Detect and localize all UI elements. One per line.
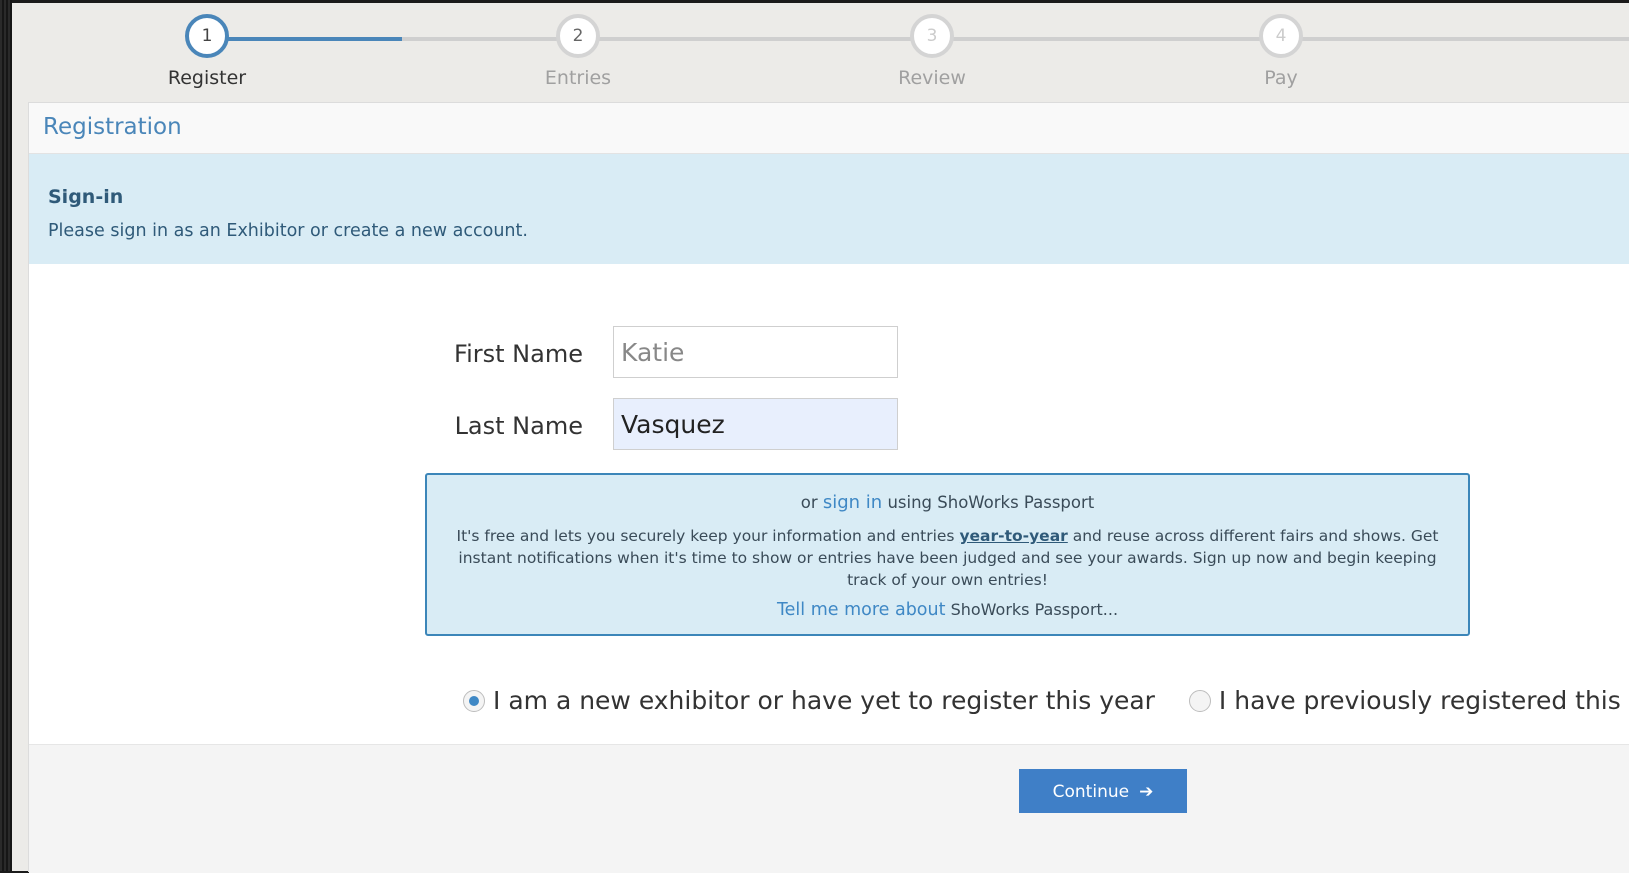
panel-title: Registration	[29, 103, 1629, 154]
first-name-label: First Name	[454, 340, 583, 368]
new-exhibitor-radio[interactable]	[463, 690, 485, 712]
step-entries: 2 Entries	[518, 14, 638, 89]
passport-signin-line: or sign in using ShoWorks Passport	[427, 492, 1468, 513]
previously-registered-label[interactable]: I have previously registered this year	[1219, 686, 1629, 715]
continue-button[interactable]: Continue ➔	[1019, 769, 1187, 813]
step-number: 3	[910, 14, 954, 58]
step-pay: 4 Pay	[1221, 14, 1341, 89]
new-exhibitor-option[interactable]: I am a new exhibitor or have yet to regi…	[463, 686, 1155, 715]
arrow-right-icon: ➔	[1139, 782, 1154, 802]
registration-type-options: I am a new exhibitor or have yet to regi…	[463, 686, 1629, 715]
signin-info-bar: Sign-in Please sign in as an Exhibitor o…	[29, 154, 1629, 264]
using-passport-text: using ShoWorks Passport	[887, 493, 1095, 512]
tell-more-line: Tell me more about ShoWorks Passport...	[427, 600, 1468, 620]
form-footer: Continue ➔	[29, 744, 1629, 873]
step-number: 4	[1259, 14, 1303, 58]
first-name-input[interactable]	[613, 326, 898, 378]
step-label: Pay	[1264, 67, 1298, 89]
step-register: 1 Register	[147, 14, 267, 89]
passport-info-box: or sign in using ShoWorks Passport It's …	[425, 473, 1470, 636]
last-name-input[interactable]	[613, 398, 898, 450]
progress-steps: 1 Register 2 Entries 3 Review 4 Pay	[12, 3, 1629, 105]
last-name-label: Last Name	[454, 412, 583, 440]
tell-more-suffix: ShoWorks Passport...	[950, 600, 1119, 619]
signin-text: Please sign in as an Exhibitor or create…	[48, 221, 528, 241]
sign-in-link[interactable]: sign in	[823, 492, 882, 513]
passport-description: It's free and lets you securely keep you…	[445, 525, 1450, 591]
step-label: Review	[898, 67, 966, 89]
page: 1 Register 2 Entries 3 Review 4 Pay Regi…	[12, 3, 1629, 873]
step-label: Register	[167, 67, 247, 89]
continue-label: Continue	[1052, 782, 1130, 802]
signin-title: Sign-in	[48, 186, 124, 208]
registration-panel: Registration Sign-in Please sign in as a…	[28, 102, 1629, 873]
step-review: 3 Review	[872, 14, 992, 89]
step-label: Entries	[544, 67, 612, 89]
tell-me-more-link[interactable]: Tell me more about	[777, 600, 946, 620]
desc-text: It's free and lets you securely keep you…	[456, 527, 960, 545]
window-edge	[0, 0, 12, 871]
previously-registered-option[interactable]: I have previously registered this year	[1188, 686, 1629, 715]
or-text: or	[800, 493, 818, 512]
year-to-year-emphasis: year-to-year	[959, 527, 1068, 545]
step-number: 1	[185, 14, 229, 58]
new-exhibitor-label[interactable]: I am a new exhibitor or have yet to regi…	[493, 686, 1155, 715]
step-number: 2	[556, 14, 600, 58]
previously-registered-radio[interactable]	[1188, 690, 1211, 712]
